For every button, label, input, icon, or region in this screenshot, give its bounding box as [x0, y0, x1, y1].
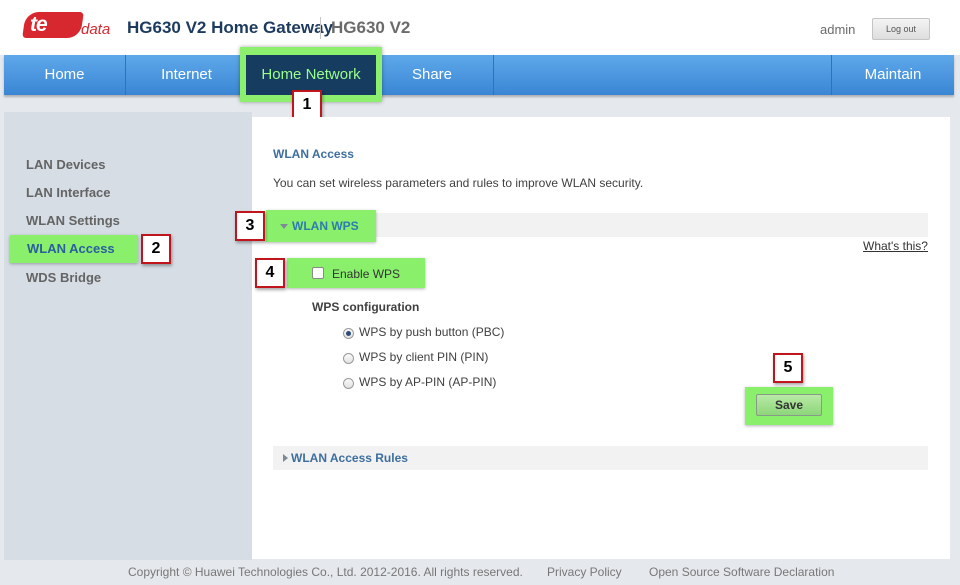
- logo-text: te: [30, 13, 48, 36]
- save-button-highlight: Save: [745, 387, 833, 425]
- sidebar-item-wlan-access[interactable]: WLAN Access: [10, 235, 138, 263]
- sidebar: LAN Devices LAN Interface WLAN Settings …: [4, 112, 252, 560]
- nav-share[interactable]: Share: [378, 55, 486, 95]
- logout-button[interactable]: Log out: [872, 18, 930, 40]
- callout-1: 1: [292, 90, 322, 120]
- access-rules-label: WLAN Access Rules: [291, 451, 408, 465]
- chevron-down-icon: [280, 224, 288, 229]
- nav-divider: [493, 55, 494, 95]
- page-title: WLAN Access: [273, 147, 354, 161]
- callout-2: 2: [141, 234, 171, 264]
- title-divider: [320, 17, 321, 39]
- callout-3: 3: [235, 211, 265, 241]
- copyright-text: Copyright © Huawei Technologies Co., Ltd…: [128, 565, 523, 579]
- callout-5: 5: [773, 353, 803, 383]
- radio-label-pin: WPS by client PIN (PIN): [359, 350, 489, 364]
- callout-4: 4: [255, 258, 285, 288]
- content-panel: WLAN Access You can set wireless paramet…: [252, 117, 950, 559]
- open-source-link[interactable]: Open Source Software Declaration: [649, 565, 834, 579]
- enable-wps-checkbox[interactable]: [312, 267, 324, 279]
- whats-this-link[interactable]: What's this?: [863, 239, 928, 253]
- privacy-policy-link[interactable]: Privacy Policy: [547, 565, 622, 579]
- username-label: admin: [820, 22, 856, 37]
- nav-maintain[interactable]: Maintain: [832, 55, 954, 95]
- radio-wps-pbc[interactable]: [343, 328, 354, 339]
- sidebar-item-lan-devices[interactable]: LAN Devices: [26, 157, 105, 172]
- access-rules-section[interactable]: WLAN Access Rules: [273, 446, 928, 470]
- logo-subtext: data: [81, 21, 111, 38]
- radio-wps-ap-pin[interactable]: [343, 378, 354, 389]
- save-button[interactable]: Save: [756, 394, 822, 416]
- enable-wps-row: Enable WPS: [287, 258, 425, 288]
- nav-home-network[interactable]: Home Network: [246, 55, 376, 95]
- main-nav: Home Internet Share Maintain: [4, 55, 954, 95]
- footer: Copyright © Huawei Technologies Co., Ltd…: [0, 565, 960, 585]
- radio-label-pbc: WPS by push button (PBC): [359, 325, 505, 339]
- model-name: HG630 V2: [331, 18, 411, 37]
- page-description: You can set wireless parameters and rule…: [273, 176, 644, 190]
- nav-internet[interactable]: Internet: [126, 55, 247, 95]
- enable-wps-label: Enable WPS: [332, 267, 401, 281]
- chevron-right-icon: [283, 454, 288, 462]
- wps-config-label: WPS configuration: [312, 300, 420, 314]
- sidebar-item-wlan-settings[interactable]: WLAN Settings: [26, 213, 120, 228]
- radio-wps-pin[interactable]: [343, 353, 354, 364]
- wps-section-label: WLAN WPS: [292, 219, 359, 233]
- brand-logo: te data: [22, 12, 111, 40]
- radio-label-ap-pin: WPS by AP-PIN (AP-PIN): [359, 375, 497, 389]
- nav-home[interactable]: Home: [4, 55, 125, 95]
- app-title: HG630 V2 Home Gateway: [127, 18, 333, 37]
- sidebar-item-wds-bridge[interactable]: WDS Bridge: [26, 270, 101, 285]
- header: te data HG630 V2 Home Gateway HG630 V2 a…: [0, 0, 960, 55]
- wps-section-header[interactable]: WLAN WPS: [266, 210, 376, 242]
- sidebar-item-lan-interface[interactable]: LAN Interface: [26, 185, 111, 200]
